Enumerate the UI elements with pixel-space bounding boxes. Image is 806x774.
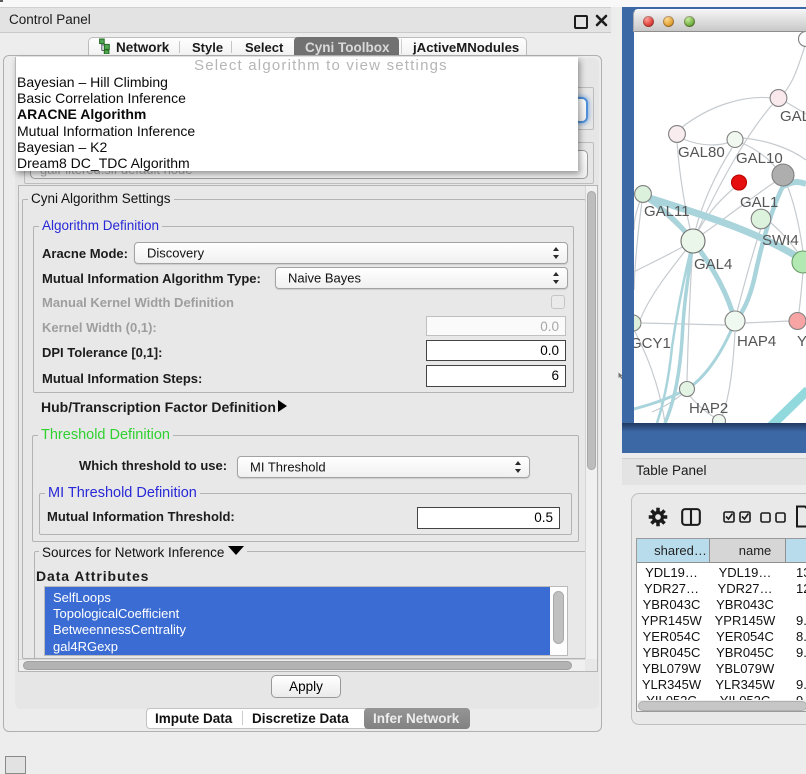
svg-text:GAL10: GAL10 xyxy=(736,150,783,167)
svg-text:GAL11: GAL11 xyxy=(644,203,690,220)
svg-text:Y: Y xyxy=(797,333,806,350)
svg-text:HAP4: HAP4 xyxy=(737,333,776,350)
svg-text:GAL1: GAL1 xyxy=(740,194,778,211)
svg-text:SWI4: SWI4 xyxy=(762,232,799,249)
svg-text:HAP2: HAP2 xyxy=(689,400,728,417)
svg-text:GAL: GAL xyxy=(780,108,806,125)
svg-text:GAL80: GAL80 xyxy=(678,144,725,161)
svg-text:GCY1: GCY1 xyxy=(634,335,671,352)
svg-text:GAL4: GAL4 xyxy=(694,256,732,273)
